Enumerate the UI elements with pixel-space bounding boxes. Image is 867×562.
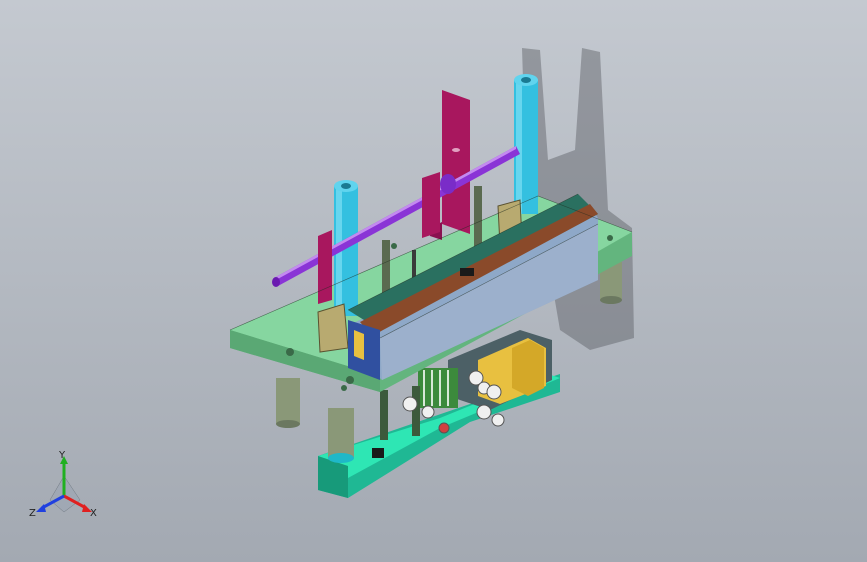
x-axis-label: X [90,508,97,519]
axis-triad: Y X Z [29,450,97,519]
y-axis-label: Y [58,450,66,461]
z-axis-label: Z [29,508,36,519]
cad-viewport[interactable]: Y X Z [0,0,867,562]
assembly-model[interactable]: Y X Z [0,0,867,562]
